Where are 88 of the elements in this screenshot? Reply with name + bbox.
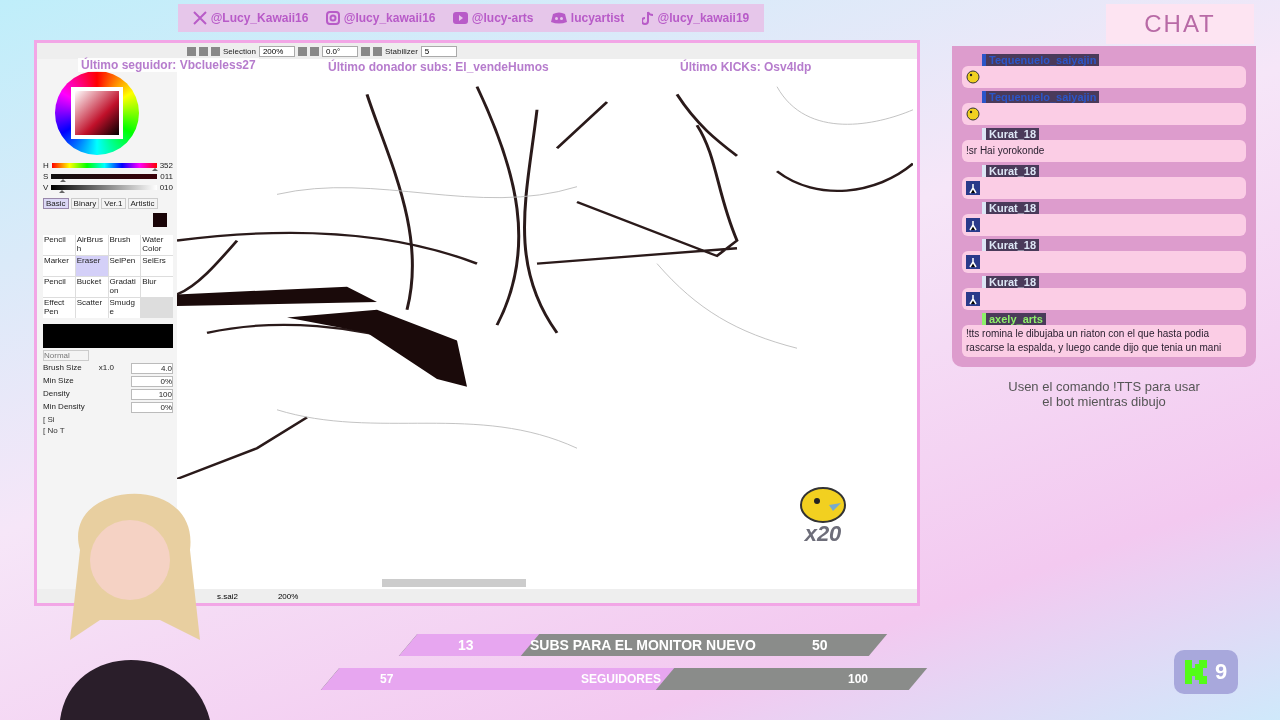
tool-tab[interactable]: Artistic <box>127 198 158 209</box>
brush-tool[interactable]: Eraser <box>75 256 108 276</box>
chat-username: Kurat_18 <box>982 202 1040 214</box>
color-swatch[interactable] <box>153 213 167 227</box>
slider-label: V <box>43 183 49 192</box>
file-name: s.sai2 <box>217 591 238 601</box>
blend-mode-dropdown[interactable]: Normal <box>43 350 89 361</box>
tool-tab[interactable]: Basic <box>43 198 69 209</box>
setting-field[interactable]: 100 <box>131 389 173 400</box>
tool-tab[interactable]: Ver.1 <box>101 198 126 209</box>
message-text: !tts romina le dibujaba un riaton con el que hasta podia rascarse la espalda, y luego cande dijo que tenia un mani <box>966 327 1223 355</box>
social-handle: @lucy-arts <box>471 11 534 25</box>
chat-username: Kurat_18 <box>982 128 1040 140</box>
goal-target: 100 <box>847 672 868 686</box>
chat-footer-text: Usen el comando !TTS para usar el bot mientras dibujo <box>1007 379 1201 409</box>
brush-tool[interactable]: Bucket <box>75 277 108 297</box>
angle-field[interactable]: 0.0° <box>321 45 358 57</box>
brush-tool[interactable]: SelPen <box>108 256 141 276</box>
chat-username: Tequenuelo_saiyajin <box>982 54 1100 66</box>
play-icon <box>452 12 468 24</box>
brush-tool[interactable]: Smudge <box>108 298 141 318</box>
setting-field[interactable]: 4.0 <box>131 363 173 374</box>
scrollbar[interactable] <box>382 579 526 587</box>
social-handle: @lucy_kawaii19 <box>657 11 750 25</box>
slider-value: 011 <box>160 172 173 181</box>
setting-label: Min Size <box>43 376 74 387</box>
last-follower-text: Último seguidor: Vbclueless27 <box>78 58 259 72</box>
setting-field[interactable]: 0% <box>131 376 173 387</box>
figure-emote-icon <box>966 218 980 232</box>
brush-tool[interactable]: Effect Pen <box>43 298 75 318</box>
brush-tool[interactable]: Water Color <box>141 235 173 255</box>
brush-tool[interactable]: Brush <box>108 235 141 255</box>
slider-label: S <box>43 172 49 181</box>
color-slider[interactable] <box>51 185 157 190</box>
slider-value: 352 <box>159 161 173 170</box>
brush-tool[interactable]: Scatter <box>75 298 108 318</box>
zoom-level: 200% <box>277 591 299 601</box>
slider-label: H <box>43 161 49 170</box>
social-handle: @lucy_kawaii16 <box>343 11 436 25</box>
chat-username: Kurat_18 <box>982 165 1040 177</box>
social-handle: lucyartist <box>570 11 625 25</box>
setting-label: Min Density <box>43 402 85 413</box>
selection-toggle[interactable]: Selection <box>223 46 256 56</box>
goal-start: 13 <box>458 637 474 653</box>
chat-title: CHAT <box>1106 4 1254 44</box>
brush-tool[interactable]: Gradation <box>108 277 141 297</box>
stabilizer-field[interactable]: 5 <box>420 45 457 57</box>
music-note-icon <box>641 11 654 25</box>
brush-tool[interactable]: AirBrush <box>75 235 108 255</box>
message-text: !sr Hai yorokonde <box>966 144 1045 158</box>
goal-target: 50 <box>812 637 828 653</box>
slider-value: 010 <box>159 183 173 192</box>
chat-username: axely_arts <box>982 313 1046 325</box>
camera-icon <box>325 11 340 25</box>
last-donor-text: Último donador subs: El_vendeHumos <box>325 60 552 74</box>
chat-username: Tequenuelo_saiyajin <box>982 91 1100 103</box>
setting-label: Density <box>43 389 70 400</box>
round-emote-icon <box>966 107 980 121</box>
brush-tool[interactable]: SelErs <box>141 256 173 276</box>
round-emote-icon <box>966 70 980 84</box>
social-handle: @Lucy_Kawaii16 <box>210 11 309 25</box>
chat-username: Kurat_18 <box>982 239 1040 251</box>
color-slider[interactable] <box>51 174 158 179</box>
goal-label: SUBS PARA EL MONITOR NUEVO <box>530 637 756 653</box>
tool-tab[interactable]: Binary <box>70 198 100 209</box>
color-slider[interactable] <box>51 163 157 168</box>
zoom-field[interactable]: 200% <box>258 45 295 57</box>
multiplier-dropdown[interactable]: x1.0 <box>98 363 114 374</box>
x-logo-icon <box>192 11 207 25</box>
figure-emote-icon <box>966 292 980 306</box>
k-logo-icon <box>1184 660 1207 684</box>
goal-start: 57 <box>380 672 394 686</box>
figure-emote-icon <box>966 181 980 195</box>
brush-tool[interactable]: Marker <box>43 256 75 276</box>
figure-emote-icon <box>966 255 980 269</box>
brush-shape-item[interactable]: [ Si <box>43 415 173 424</box>
setting-field[interactable]: 0% <box>131 402 173 413</box>
emote-count: x20 <box>804 523 842 545</box>
brush-shape-item[interactable]: [ No T <box>43 426 173 435</box>
setting-label: Brush Size <box>43 363 82 374</box>
gamepad-icon <box>550 12 567 24</box>
brush-tool[interactable]: Blur <box>141 277 173 297</box>
stabilizer-label: Stabilizer <box>384 46 418 56</box>
goal-label: SEGUIDORES <box>580 672 661 686</box>
brush-tool[interactable]: Pencil <box>43 235 75 255</box>
chat-username: Kurat_18 <box>982 276 1040 288</box>
viewer-count: 9 <box>1214 659 1228 685</box>
brush-tool[interactable]: Pencil <box>43 277 75 297</box>
